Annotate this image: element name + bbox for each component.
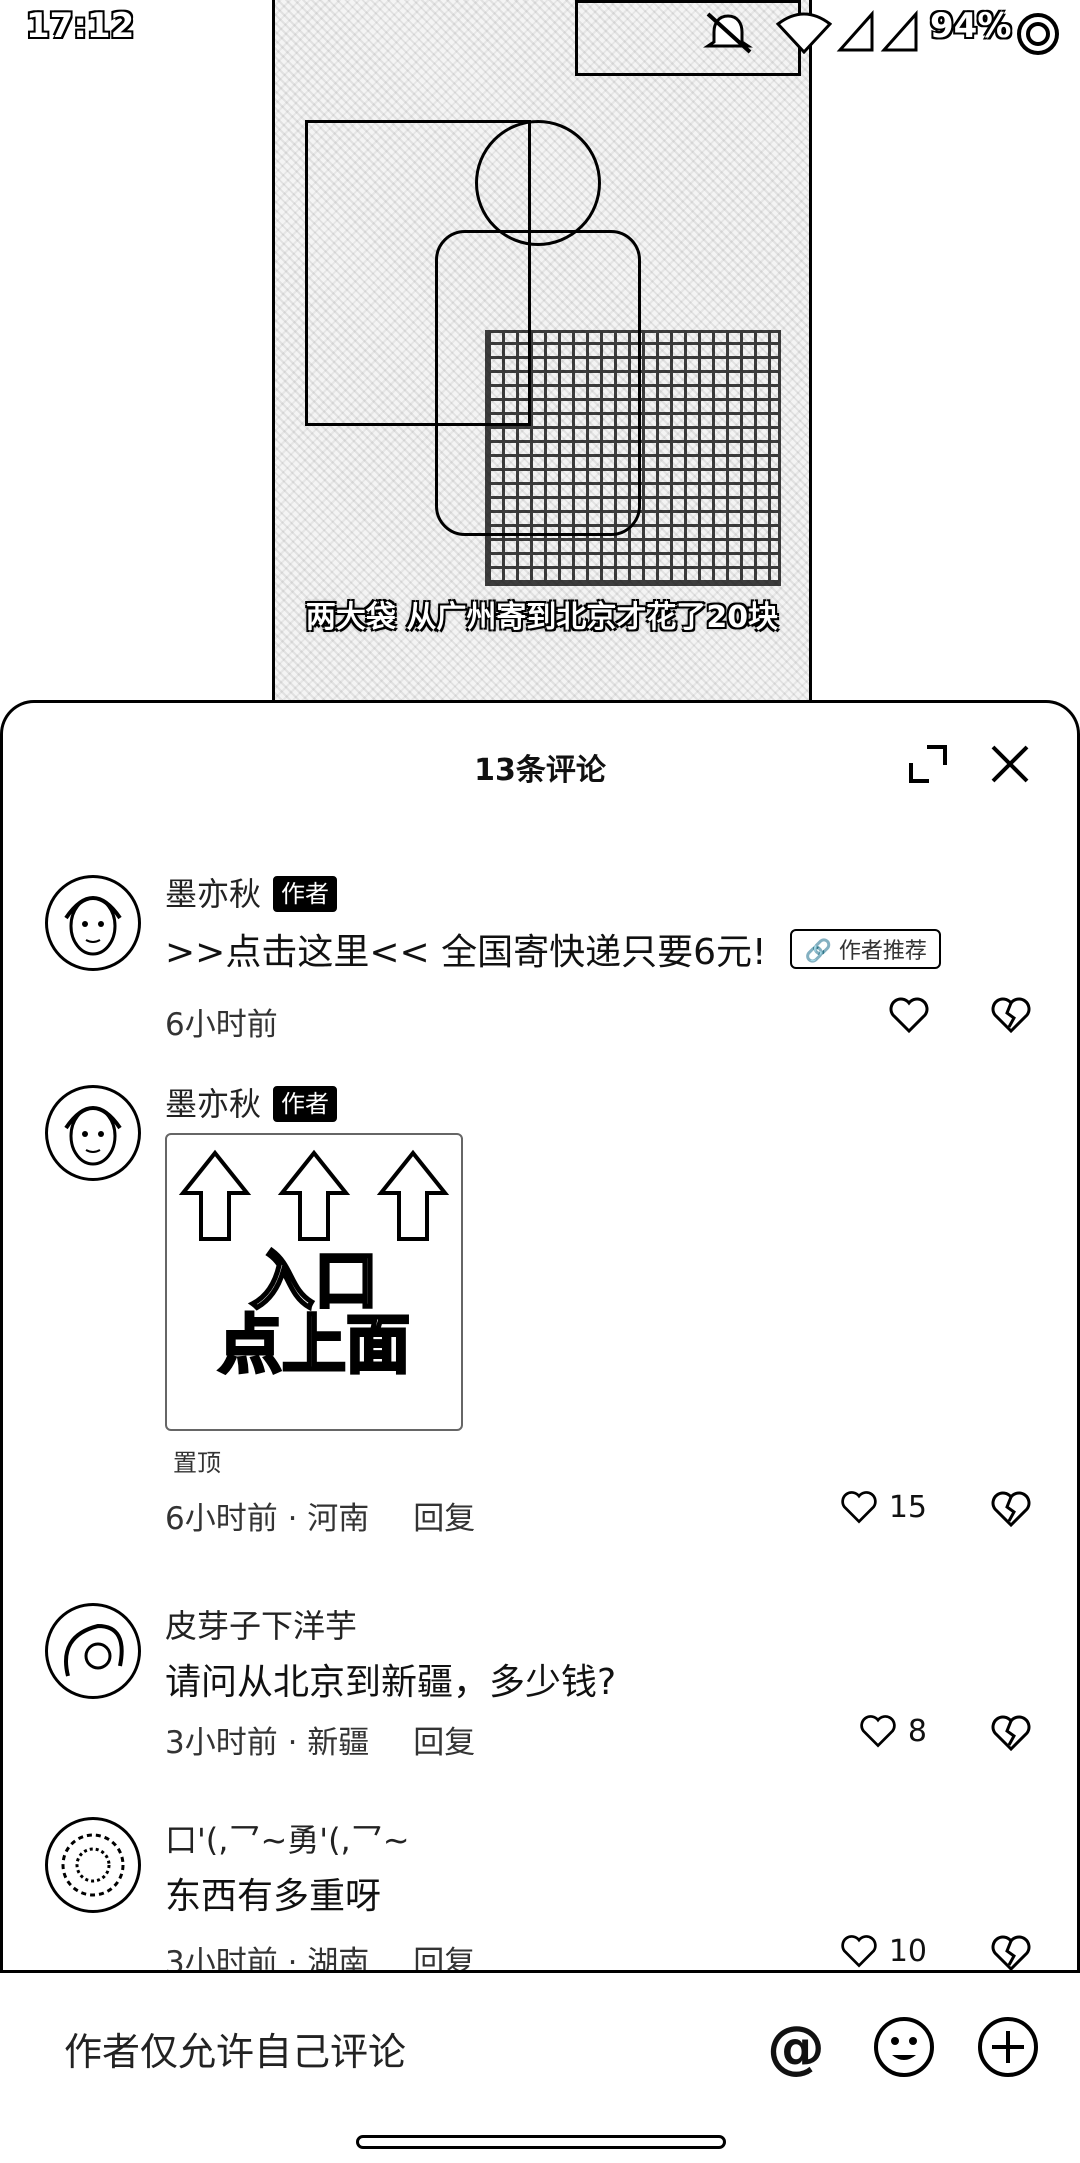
home-indicator[interactable]	[356, 2135, 726, 2149]
signal-icon-1	[836, 10, 874, 52]
dislike-broken-heart-icon[interactable]	[989, 1487, 1033, 1531]
like-heart-icon	[841, 1491, 877, 1524]
video-subtitle: 两大袋 从广州寄到北京才花了20块	[305, 600, 779, 635]
like-count: 15	[888, 1489, 927, 1525]
video-sketch-head	[475, 120, 601, 246]
up-arrows-icon	[178, 1149, 450, 1241]
comment-username[interactable]: 皮芽子下洋芋	[165, 1601, 357, 1647]
avatar[interactable]	[45, 1603, 141, 1699]
username-text: 墨亦秋	[165, 1085, 262, 1123]
avatar-pattern-icon	[61, 1833, 125, 1897]
signal-icon-2	[880, 10, 918, 52]
like-heart-icon	[860, 1715, 896, 1748]
like-button[interactable]: 15	[839, 1487, 927, 1527]
comment-meta: 3小时前 · 湖南 回复	[165, 1937, 475, 1973]
comment-meta: 6小时前	[165, 999, 278, 1044]
comment-meta: 6小时前 · 河南 回复	[165, 1493, 475, 1538]
author-badge: 作者	[273, 1086, 338, 1122]
reply-button[interactable]: 回复	[413, 1501, 475, 1537]
battery-ring-icon	[1017, 13, 1059, 55]
emoji-icon[interactable]	[870, 2013, 938, 2081]
comment-username[interactable]: 口'(,乛~勇'(,乛~	[165, 1815, 410, 1861]
mute-bell-icon	[703, 12, 753, 54]
dislike-broken-heart-icon[interactable]	[989, 1711, 1033, 1755]
comment-image[interactable]: 入口 点上面	[165, 1133, 463, 1431]
comment-item: 口'(,乛~勇'(,乛~ 东西有多重呀 3小时前 · 湖南 回复 10	[3, 1803, 1077, 1973]
add-circle-icon[interactable]	[974, 2013, 1042, 2081]
comment-item: 墨亦秋 作者 >>点击这里<< 全国寄快递只要6元! 🔗 作者推荐 6小时前	[3, 853, 1077, 1063]
image-text-entry: 入口	[249, 1245, 380, 1319]
comment-username[interactable]: 墨亦秋 作者	[165, 1079, 338, 1125]
like-count: 8	[907, 1713, 927, 1749]
comment-text[interactable]: >>点击这里<< 全国寄快递只要6元! 🔗 作者推荐	[165, 923, 941, 975]
battery-percent: 94%	[930, 6, 1012, 46]
dislike-broken-heart-icon[interactable]	[989, 1931, 1033, 1973]
reply-button[interactable]: 回复	[413, 1725, 475, 1761]
comment-sheet: 13条评论 墨亦秋 作者 >>点击这里<< 全国寄快递只要6元! 🔗 作者推荐 …	[0, 700, 1080, 2160]
pinned-label: 置顶	[173, 1449, 221, 1477]
like-button[interactable]: 8	[858, 1711, 927, 1751]
like-heart-icon[interactable]	[887, 993, 931, 1037]
author-badge: 作者	[273, 876, 338, 912]
image-text-click-above: 点上面	[217, 1309, 412, 1383]
status-bar: 17:12 94%	[0, 0, 1080, 64]
comment-time: 6小时前	[165, 1007, 278, 1043]
username-text: 墨亦秋	[165, 875, 262, 913]
avatar-face-icon	[64, 896, 122, 956]
comment-list[interactable]: 墨亦秋 作者 >>点击这里<< 全国寄快递只要6元! 🔗 作者推荐 6小时前 墨…	[3, 823, 1077, 1973]
wifi-icon	[776, 12, 832, 54]
comment-time-location: 6小时前 · 河南	[165, 1501, 370, 1537]
like-button[interactable]: 10	[839, 1931, 927, 1971]
avatar-sketch-icon	[64, 1623, 124, 1677]
comment-input[interactable]: 作者仅允许自己评论	[64, 2021, 406, 2076]
mention-icon[interactable]: @	[762, 2013, 830, 2081]
comment-item: 皮芽子下洋芋 请问从北京到新疆，多少钱? 3小时前 · 新疆 回复 8	[3, 1583, 1077, 1783]
comment-text[interactable]: 请问从北京到新疆，多少钱?	[165, 1653, 616, 1705]
comment-item-pinned: 墨亦秋 作者 入口 点上面 置顶 6小时前 · 河南 回复 15	[3, 1073, 1077, 1553]
author-recommend-link[interactable]: 🔗 作者推荐	[790, 929, 941, 969]
close-icon[interactable]	[985, 739, 1035, 789]
comment-username[interactable]: 墨亦秋 作者	[165, 869, 338, 915]
avatar[interactable]	[45, 1085, 141, 1181]
comment-time-location: 3小时前 · 新疆	[165, 1725, 370, 1761]
comment-meta: 3小时前 · 新疆 回复	[165, 1717, 475, 1762]
comment-text[interactable]: 东西有多重呀	[165, 1867, 381, 1919]
comment-sheet-header: 13条评论	[3, 703, 1077, 823]
like-heart-icon	[841, 1935, 877, 1968]
video-player[interactable]: 两大袋 从广州寄到北京才花了20块 17:12 94%	[0, 0, 1080, 720]
avatar[interactable]	[45, 1817, 141, 1913]
comment-time-location: 3小时前 · 湖南	[165, 1945, 370, 1973]
avatar-face-icon	[64, 1106, 122, 1166]
comment-input-bar: 作者仅允许自己评论 @	[0, 1970, 1080, 2163]
video-frame[interactable]: 两大袋 从广州寄到北京才花了20块	[272, 0, 812, 720]
like-count: 10	[888, 1933, 927, 1969]
reply-button[interactable]: 回复	[413, 1945, 475, 1973]
status-time: 17:12	[26, 6, 135, 46]
comment-text-content: >>点击这里<< 全国寄快递只要6元!	[165, 932, 767, 973]
dislike-broken-heart-icon[interactable]	[989, 993, 1033, 1037]
video-sketch-bags	[485, 330, 781, 586]
expand-icon[interactable]	[903, 739, 953, 789]
avatar[interactable]	[45, 875, 141, 971]
